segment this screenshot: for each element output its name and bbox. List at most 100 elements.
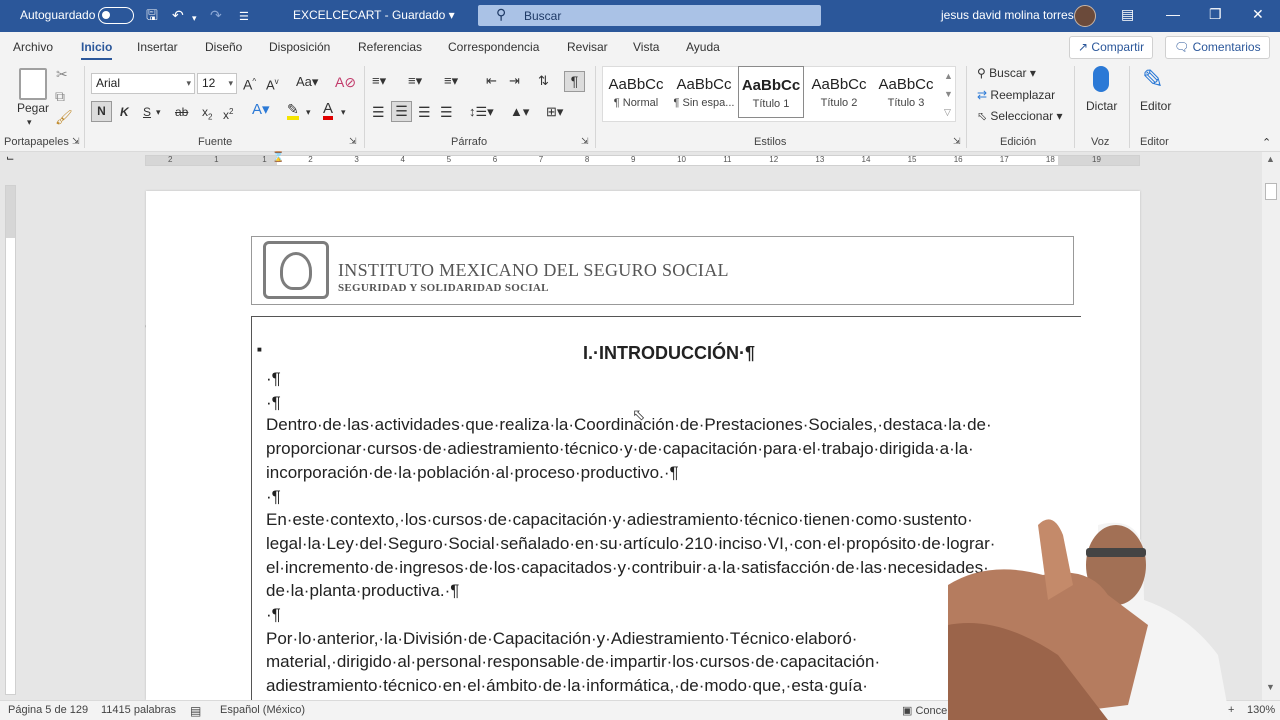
- tab-diseno[interactable]: Diseño: [205, 40, 242, 54]
- align-left-icon[interactable]: ☰: [372, 104, 385, 120]
- comments-button[interactable]: 🗨 Comentarios: [1165, 36, 1270, 59]
- undo-dropdown-icon[interactable]: ▾: [192, 9, 197, 27]
- font-family-select[interactable]: Arial ▾: [91, 73, 195, 94]
- scroll-thumb[interactable]: [1265, 183, 1277, 200]
- bullets-icon[interactable]: ≡▾: [372, 73, 386, 89]
- tab-inicio[interactable]: Inicio: [81, 40, 113, 60]
- show-marks-button[interactable]: ¶: [564, 71, 585, 92]
- sort-icon[interactable]: ⇅: [538, 73, 549, 89]
- share-button[interactable]: ↗ Compartir: [1069, 36, 1154, 59]
- autosave-toggle[interactable]: [98, 7, 134, 24]
- multilevel-list-icon[interactable]: ≡▾: [444, 73, 458, 89]
- styles-scroll-down-icon[interactable]: ▼: [944, 86, 953, 102]
- redo-icon[interactable]: ↷: [210, 6, 222, 24]
- font-color-dropdown-icon[interactable]: ▾: [341, 104, 346, 120]
- styles-more-icon[interactable]: ▽: [944, 104, 951, 120]
- shrink-font-icon[interactable]: Av: [266, 74, 279, 93]
- zoom-level[interactable]: 130%: [1247, 704, 1275, 716]
- avatar[interactable]: [1074, 5, 1096, 27]
- style-normal[interactable]: AaBbCc ¶ Normal: [603, 66, 669, 118]
- vertical-ruler[interactable]: [5, 185, 16, 695]
- tab-referencias[interactable]: Referencias: [358, 40, 422, 54]
- underline-dropdown-icon[interactable]: ▾: [156, 104, 161, 120]
- style-titulo-1[interactable]: AaBbCc Título 1: [738, 66, 804, 118]
- style-titulo-3[interactable]: AaBbCc Título 3: [873, 66, 939, 118]
- font-launcher-icon[interactable]: ⇲: [349, 136, 357, 147]
- scroll-up-icon[interactable]: ▲: [1266, 154, 1275, 164]
- underline-button[interactable]: S: [143, 104, 151, 120]
- ribbon-display-icon[interactable]: ▤: [1121, 6, 1134, 23]
- align-right-icon[interactable]: ☰: [418, 104, 431, 120]
- style-titulo-2[interactable]: AaBbCc Título 2: [806, 66, 872, 118]
- restore-icon[interactable]: ❐: [1209, 6, 1222, 23]
- increase-indent-icon[interactable]: ⇥: [509, 73, 520, 89]
- microphone-icon[interactable]: [1093, 66, 1109, 92]
- paste-dropdown-icon[interactable]: ▾: [27, 114, 32, 130]
- paste-icon[interactable]: [19, 68, 47, 100]
- indent-marker-icon[interactable]: ⌛: [272, 152, 284, 163]
- vertical-scrollbar[interactable]: ▲ ▼: [1262, 152, 1280, 700]
- scroll-down-icon[interactable]: ▼: [1266, 682, 1275, 692]
- tab-revisar[interactable]: Revisar: [567, 40, 608, 54]
- find-button[interactable]: ⚲ Buscar ▾: [977, 65, 1036, 81]
- decrease-indent-icon[interactable]: ⇤: [486, 73, 497, 89]
- italic-button[interactable]: K: [120, 104, 129, 120]
- undo-icon[interactable]: ↶: [172, 6, 184, 24]
- save-icon[interactable]: 🖫: [146, 6, 158, 24]
- grow-font-icon[interactable]: A^: [243, 74, 256, 93]
- language[interactable]: Español (México): [220, 704, 305, 716]
- font-size-select[interactable]: 12 ▾: [197, 73, 237, 94]
- search-box[interactable]: ⚲ Buscar: [478, 5, 821, 26]
- focus-mode[interactable]: ▣ Conce: [902, 704, 947, 717]
- highlight-icon[interactable]: ✎: [287, 102, 299, 120]
- change-case-icon[interactable]: Aa▾: [296, 74, 318, 90]
- strikethrough-icon[interactable]: ab: [175, 104, 188, 120]
- word-count[interactable]: 11415 palabras: [101, 704, 176, 716]
- numbering-icon[interactable]: ≡▾: [408, 73, 422, 89]
- bold-button[interactable]: N: [91, 101, 112, 122]
- styles-scroll-up-icon[interactable]: ▲: [944, 68, 953, 84]
- paste-label[interactable]: Pegar: [17, 100, 49, 116]
- collapse-ribbon-icon[interactable]: ⌃: [1262, 135, 1271, 151]
- style-sin-espaciado[interactable]: AaBbCc ¶ Sin espa...: [671, 66, 737, 118]
- shading-icon[interactable]: ▲▾: [510, 104, 529, 120]
- proofing-icon[interactable]: ▤: [190, 704, 201, 718]
- highlight-dropdown-icon[interactable]: ▾: [306, 104, 311, 120]
- user-name[interactable]: jesus david molina torres: [941, 8, 1074, 22]
- clipboard-launcher-icon[interactable]: ⇲: [72, 136, 80, 147]
- tab-insertar[interactable]: Insertar: [137, 40, 178, 54]
- subscript-icon[interactable]: x2: [202, 104, 212, 125]
- page-count[interactable]: Página 5 de 129: [8, 704, 88, 716]
- tab-archivo[interactable]: Archivo: [13, 40, 53, 54]
- tab-disposicion[interactable]: Disposición: [269, 40, 330, 54]
- borders-icon[interactable]: ⊞▾: [546, 104, 563, 120]
- replace-button[interactable]: ⇄ Reemplazar: [977, 87, 1055, 103]
- line-spacing-icon[interactable]: ↕☰▾: [469, 104, 494, 120]
- dictate-label[interactable]: Dictar: [1086, 98, 1117, 114]
- superscript-icon[interactable]: x2: [223, 104, 233, 123]
- editor-pen-icon[interactable]: ✎: [1142, 64, 1164, 94]
- clear-formatting-icon[interactable]: A⊘: [335, 74, 356, 90]
- tab-ayuda[interactable]: Ayuda: [686, 40, 720, 54]
- align-center-button[interactable]: ☰: [391, 101, 412, 122]
- justify-icon[interactable]: ☰: [440, 104, 453, 120]
- paragraph-launcher-icon[interactable]: ⇲: [581, 136, 589, 147]
- cut-icon[interactable]: ✂: [56, 66, 68, 82]
- font-color-icon[interactable]: A: [323, 101, 334, 120]
- customize-qat-icon[interactable]: ☰: [239, 8, 249, 26]
- horizontal-ruler[interactable]: 2 1 1 2 3 4 5 6 7 8 9 10 11 12 13 14 15 16 17 18 19 ⌛: [145, 152, 1140, 166]
- tab-vista[interactable]: Vista: [633, 40, 659, 54]
- minimize-icon[interactable]: —: [1166, 6, 1180, 22]
- styles-launcher-icon[interactable]: ⇲: [953, 136, 961, 147]
- document-title: EXCELCECART - Guardado ▾: [293, 8, 455, 22]
- select-button[interactable]: ⬁ Seleccionar ▾: [977, 108, 1062, 124]
- format-painter-icon[interactable]: 🖌: [55, 109, 73, 125]
- editor-label[interactable]: Editor: [1140, 98, 1171, 114]
- tab-selector-icon[interactable]: ⌙: [6, 153, 14, 164]
- clipboard-group-label: Portapapeles: [4, 136, 69, 148]
- ruler-number: 6: [492, 155, 498, 164]
- copy-icon[interactable]: ⧉: [55, 88, 65, 104]
- text-effects-icon[interactable]: A▾: [252, 102, 270, 118]
- close-icon[interactable]: ✕: [1252, 6, 1264, 23]
- tab-correspondencia[interactable]: Correspondencia: [448, 40, 539, 54]
